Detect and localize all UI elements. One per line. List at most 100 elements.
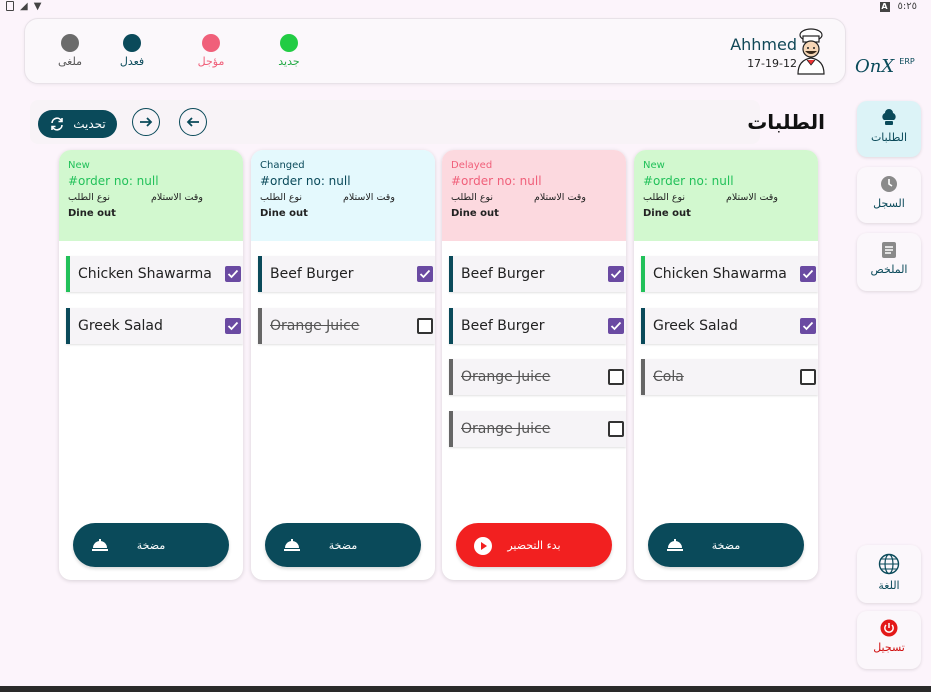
- order-card: Delayed #order no: null وقت الاستلام نوع ال…: [442, 150, 626, 580]
- check-icon: [227, 321, 239, 330]
- order-item-name: Beef Burger: [461, 317, 545, 334]
- order-item-name: Cola: [653, 369, 684, 385]
- wifi-icon: ▼: [33, 1, 42, 12]
- legend-cancelled: ملغى: [45, 34, 95, 68]
- refresh-label: تحديث: [73, 117, 106, 131]
- power-icon: [880, 619, 898, 637]
- sidebar-item-logout[interactable]: تسجيل: [857, 611, 921, 669]
- item-checkbox[interactable]: [417, 266, 433, 282]
- item-checkbox[interactable]: [417, 317, 433, 334]
- sidebar-label: الملخص: [870, 263, 908, 276]
- onx-erp-logo: OnX ERP: [855, 56, 915, 77]
- kitchen-action-button[interactable]: مضخة: [265, 523, 421, 567]
- sidebar-item-language[interactable]: اللغة: [857, 545, 921, 603]
- order-item-name: Chicken Shawarma: [78, 266, 212, 282]
- order-item-name: Beef Burger: [270, 266, 354, 282]
- start-preparing-button[interactable]: بدء التحضير: [456, 523, 612, 567]
- item-checkbox[interactable]: [608, 369, 624, 385]
- legend-dot: [280, 34, 298, 52]
- order-card-header: Changed #order no: null وقت الاستلام نوع ال…: [251, 150, 435, 241]
- order-item[interactable]: Orange Juice: [258, 307, 435, 344]
- item-checkbox[interactable]: [800, 266, 816, 282]
- order-item[interactable]: Chicken Shawarma: [641, 256, 818, 292]
- item-checkbox[interactable]: [608, 266, 624, 282]
- order-item-name: Orange Juice: [270, 317, 360, 334]
- check-icon: [802, 321, 814, 330]
- order-item[interactable]: Chicken Shawarma: [66, 256, 243, 292]
- sidebar-item-orders[interactable]: الطلبات: [857, 101, 921, 157]
- arrow-left-icon: [186, 117, 199, 127]
- back-button[interactable]: [179, 108, 207, 136]
- order-item[interactable]: Beef Burger: [449, 256, 626, 292]
- legend-delayed: مؤجل: [186, 34, 236, 68]
- item-checkbox[interactable]: [225, 317, 241, 334]
- cloche-icon: [667, 539, 683, 551]
- pickup-time-label: وقت الاستلام: [534, 192, 586, 203]
- order-item[interactable]: Greek Salad: [66, 307, 243, 344]
- order-card: New #order no: null وقت الاستلام نوع الطلب D…: [59, 150, 243, 580]
- legend-label: مؤجل: [197, 55, 225, 68]
- item-checkbox[interactable]: [800, 369, 816, 385]
- order-item-name: Greek Salad: [78, 317, 163, 334]
- chef-hat-icon: [882, 109, 896, 125]
- legend-dot: [123, 34, 141, 52]
- dine-type: Dine out: [451, 208, 499, 219]
- order-item[interactable]: Orange Juice: [449, 410, 626, 447]
- signal-icon: ◢: [20, 1, 28, 12]
- sidebar-label: الطلبات: [870, 131, 908, 144]
- refresh-icon: [51, 117, 64, 131]
- order-item-name: Orange Juice: [461, 420, 551, 437]
- sidebar-item-history[interactable]: السجل: [857, 167, 921, 223]
- order-item[interactable]: Orange Juice: [449, 359, 626, 395]
- dine-type: Dine out: [643, 208, 691, 219]
- sidebar-label: اللغة: [878, 579, 900, 592]
- order-number: #order no: null: [451, 174, 542, 188]
- legend-label: فعدل: [119, 55, 145, 68]
- user-name: Ahhmed: [730, 35, 797, 54]
- sidebar-item-summary[interactable]: الملخص: [857, 233, 921, 291]
- order-card-header: Delayed #order no: null وقت الاستلام نوع ال…: [442, 150, 626, 241]
- dine-type: Dine out: [68, 208, 116, 219]
- order-card: Changed #order no: null وقت الاستلام نوع ال…: [251, 150, 435, 580]
- order-card-header: New #order no: null وقت الاستلام نوع الطلب D…: [59, 150, 243, 241]
- order-item[interactable]: Beef Burger: [449, 307, 626, 344]
- dine-type: Dine out: [260, 208, 308, 219]
- order-item[interactable]: Beef Burger: [258, 256, 435, 292]
- legend-label: ملغى: [57, 55, 82, 68]
- order-item[interactable]: Greek Salad: [641, 307, 818, 344]
- order-number: #order no: null: [68, 174, 159, 188]
- kitchen-action-button[interactable]: مضخة: [648, 523, 804, 567]
- status-time: ٥:٢٥: [897, 1, 917, 12]
- order-status: Delayed: [451, 160, 493, 171]
- sidebar-label: السجل: [873, 197, 905, 210]
- legend-changed: فعدل: [107, 34, 157, 68]
- order-item-name: Chicken Shawarma: [653, 266, 787, 282]
- cloche-icon: [284, 539, 300, 551]
- clock-icon: [881, 176, 897, 192]
- kitchen-action-button[interactable]: مضخة: [73, 523, 229, 567]
- order-item-name: Orange Juice: [461, 369, 551, 385]
- arrow-right-icon: [140, 117, 153, 127]
- play-icon: [474, 537, 492, 555]
- order-status: New: [68, 160, 90, 171]
- legend-label: جديد: [278, 55, 300, 68]
- pickup-time-label: وقت الاستلام: [151, 192, 203, 203]
- order-type-label: نوع الطلب: [643, 192, 686, 203]
- globe-icon: [878, 553, 900, 575]
- document-icon: [882, 242, 896, 258]
- pickup-time-label: وقت الاستلام: [726, 192, 778, 203]
- item-checkbox[interactable]: [800, 317, 816, 334]
- check-icon: [610, 321, 622, 330]
- order-type-label: نوع الطلب: [451, 192, 494, 203]
- item-checkbox[interactable]: [225, 266, 241, 282]
- order-status: New: [643, 160, 665, 171]
- item-checkbox[interactable]: [608, 420, 624, 437]
- order-item[interactable]: Cola: [641, 359, 818, 395]
- action-button-label: بدء التحضير: [507, 538, 561, 552]
- order-status: Changed: [260, 160, 305, 171]
- navigation-bar: [0, 686, 931, 692]
- refresh-button[interactable]: تحديث: [38, 110, 117, 138]
- cloche-icon: [92, 539, 108, 551]
- forward-button[interactable]: [132, 108, 160, 136]
- item-checkbox[interactable]: [608, 317, 624, 334]
